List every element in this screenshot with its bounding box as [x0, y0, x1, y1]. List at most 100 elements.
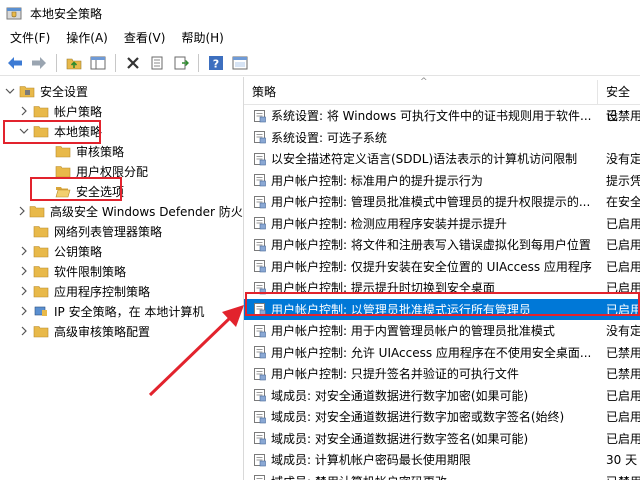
- local-security-policy-window: 本地安全策略 文件(F) 操作(A) 查看(V) 帮助(H) ? 安全设置 帐户…: [0, 0, 640, 480]
- tree-item-label: 应用程序控制策略: [54, 284, 151, 299]
- chevron-right-icon[interactable]: [18, 205, 26, 217]
- ipsec-icon: [33, 304, 49, 318]
- folder-icon: [33, 104, 49, 118]
- policy-cell: 域成员: 计算机帐户密码最长使用期限: [244, 451, 598, 468]
- policy-row[interactable]: 域成员: 对安全通道数据进行数字签名(如果可能) 已启用: [244, 428, 640, 450]
- policy-row[interactable]: 用户帐户控制: 仅提升安装在安全位置的 UIAccess 应用程序 已启用: [244, 256, 640, 278]
- policy-cell: 用户帐户控制: 允许 UIAccess 应用程序在不使用安全桌面...: [244, 344, 598, 361]
- console-icon[interactable]: [229, 52, 251, 74]
- export-icon[interactable]: [170, 52, 192, 74]
- policy-cell: 用户帐户控制: 用于内置管理员帐户的管理员批准模式: [244, 322, 598, 339]
- chevron-right-icon[interactable]: [18, 245, 30, 257]
- policy-row[interactable]: 用户帐户控制: 将文件和注册表写入错误虚拟化到每用户位置 已启用: [244, 234, 640, 256]
- policy-row[interactable]: 域成员: 对安全通道数据进行数字加密(如果可能) 已启用: [244, 385, 640, 407]
- toolbar: ?: [0, 50, 640, 76]
- policy-row[interactable]: 以安全描述符定义语言(SDDL)语法表示的计算机访问限制 没有定: [244, 148, 640, 170]
- policy-row[interactable]: 域成员: 计算机帐户密码最长使用期限 30 天: [244, 449, 640, 471]
- folder-icon: [33, 224, 49, 238]
- firewall-folder-icon: [29, 204, 45, 218]
- policy-icon: [253, 345, 267, 359]
- policy-row[interactable]: 用户帐户控制: 以管理员批准模式运行所有管理员 已启用: [244, 298, 640, 320]
- policy-icon: [253, 216, 267, 230]
- column-header-security-setting[interactable]: 安全设: [598, 80, 640, 123]
- tree-item[interactable]: 帐户策略: [0, 101, 243, 121]
- policy-cell: 用户帐户控制: 只提升签名并验证的可执行文件: [244, 365, 598, 382]
- policy-row[interactable]: 域成员: 禁用计算机帐户密码更改 已禁用: [244, 471, 640, 480]
- policy-icon: [253, 324, 267, 338]
- policy-icon: [253, 388, 267, 402]
- policy-row[interactable]: 用户帐户控制: 检测应用程序安装并提示提升 已启用: [244, 213, 640, 235]
- forward-icon[interactable]: [28, 52, 50, 74]
- policy-row[interactable]: 系统设置: 将 Windows 可执行文件中的证书规则用于软件... 已禁用: [244, 105, 640, 127]
- policy-row[interactable]: 域成员: 对安全通道数据进行数字加密或数字签名(始终) 已启用: [244, 406, 640, 428]
- chevron-right-icon[interactable]: [18, 325, 30, 337]
- policy-name: 域成员: 对安全通道数据进行数字加密(如果可能): [271, 388, 529, 403]
- policy-name: 用户帐户控制: 只提升签名并验证的可执行文件: [271, 367, 519, 382]
- policy-icon: [253, 130, 267, 144]
- security-setting-cell: 没有定: [606, 324, 640, 339]
- policy-row[interactable]: 用户帐户控制: 允许 UIAccess 应用程序在不使用安全桌面... 已禁用: [244, 342, 640, 364]
- policy-cell: 用户帐户控制: 仅提升安装在安全位置的 UIAccess 应用程序: [244, 258, 598, 275]
- security-setting-cell: 已启用: [606, 259, 640, 274]
- tree-item-label: 软件限制策略: [54, 264, 127, 279]
- tree-item-label: 安全设置: [40, 84, 89, 99]
- up-folder-icon[interactable]: [63, 52, 85, 74]
- policy-row[interactable]: 系统设置: 可选子系统: [244, 127, 640, 149]
- tree-item-label: 帐户策略: [54, 104, 103, 119]
- tree-item[interactable]: 高级审核策略配置: [0, 321, 243, 341]
- tree-item-label: IP 安全策略，在 本地计算机: [54, 304, 205, 319]
- delete-icon[interactable]: [122, 52, 144, 74]
- title-bar: 本地安全策略: [0, 0, 640, 26]
- menu-action[interactable]: 操作(A): [58, 27, 116, 49]
- chevron-down-icon[interactable]: [4, 85, 16, 97]
- policy-name: 域成员: 对安全通道数据进行数字签名(如果可能): [271, 431, 529, 446]
- policy-cell: 系统设置: 将 Windows 可执行文件中的证书规则用于软件...: [244, 107, 598, 124]
- policy-cell: 域成员: 对安全通道数据进行数字加密(如果可能): [244, 387, 598, 404]
- policy-row[interactable]: 用户帐户控制: 提示提升时切换到安全桌面 已启用: [244, 277, 640, 299]
- policy-name: 系统设置: 将 Windows 可执行文件中的证书规则用于软件...: [271, 109, 592, 124]
- show-hide-tree-icon[interactable]: [87, 52, 109, 74]
- tree-item[interactable]: 应用程序控制策略: [0, 281, 243, 301]
- chevron-right-icon[interactable]: [18, 265, 30, 277]
- tree-item[interactable]: 软件限制策略: [0, 261, 243, 281]
- menu-view[interactable]: 查看(V): [116, 27, 174, 49]
- policy-row[interactable]: 用户帐户控制: 用于内置管理员帐户的管理员批准模式 没有定: [244, 320, 640, 342]
- tree-item[interactable]: IP 安全策略，在 本地计算机: [0, 301, 243, 321]
- policy-row[interactable]: 用户帐户控制: 标准用户的提升提示行为 提示凭: [244, 170, 640, 192]
- policy-name: 以安全描述符定义语言(SDDL)语法表示的计算机访问限制: [271, 152, 578, 167]
- tree-item[interactable]: 高级安全 Windows Defender 防火墙: [0, 201, 243, 221]
- policy-row[interactable]: 用户帐户控制: 只提升签名并验证的可执行文件 已禁用: [244, 363, 640, 385]
- policy-row[interactable]: 用户帐户控制: 管理员批准模式中管理员的提升权限提示的... 在安全: [244, 191, 640, 213]
- policy-icon: [253, 173, 267, 187]
- tree-item-label: 审核策略: [76, 144, 125, 159]
- policy-icon: [253, 474, 267, 480]
- tree-item[interactable]: 审核策略: [0, 141, 243, 161]
- tree-item[interactable]: 公钥策略: [0, 241, 243, 261]
- properties-icon[interactable]: [146, 52, 168, 74]
- security-setting-cell: 已启用: [606, 238, 640, 253]
- policy-name: 用户帐户控制: 提示提升时切换到安全桌面: [271, 281, 495, 296]
- menu-file[interactable]: 文件(F): [2, 27, 58, 49]
- policy-icon: [253, 195, 267, 209]
- folder-icon: [55, 144, 71, 158]
- policy-name: 用户帐户控制: 管理员批准模式中管理员的提升权限提示的...: [271, 195, 591, 210]
- chevron-right-icon[interactable]: [18, 285, 30, 297]
- chevron-right-icon[interactable]: [18, 305, 30, 317]
- policy-name: 用户帐户控制: 允许 UIAccess 应用程序在不使用安全桌面...: [271, 345, 592, 360]
- tree-item[interactable]: 安全设置: [0, 81, 243, 101]
- policy-name: 用户帐户控制: 用于内置管理员帐户的管理员批准模式: [271, 324, 555, 339]
- list-header: ^ 策略 安全设: [244, 77, 640, 123]
- tree-item[interactable]: 网络列表管理器策略: [0, 221, 243, 241]
- policy-cell: 域成员: 禁用计算机帐户密码更改: [244, 473, 598, 480]
- help-icon[interactable]: ?: [205, 52, 227, 74]
- security-policy-app-icon: [6, 6, 22, 20]
- back-icon[interactable]: [4, 52, 26, 74]
- folder-icon: [33, 284, 49, 298]
- chevron-right-icon[interactable]: [18, 105, 30, 117]
- security-setting-cell: 没有定: [606, 152, 640, 167]
- tree-item-label: 高级安全 Windows Defender 防火墙: [50, 204, 244, 219]
- policy-cell: 以安全描述符定义语言(SDDL)语法表示的计算机访问限制: [244, 150, 598, 167]
- policy-icon: [253, 302, 267, 316]
- menu-help[interactable]: 帮助(H): [173, 27, 231, 49]
